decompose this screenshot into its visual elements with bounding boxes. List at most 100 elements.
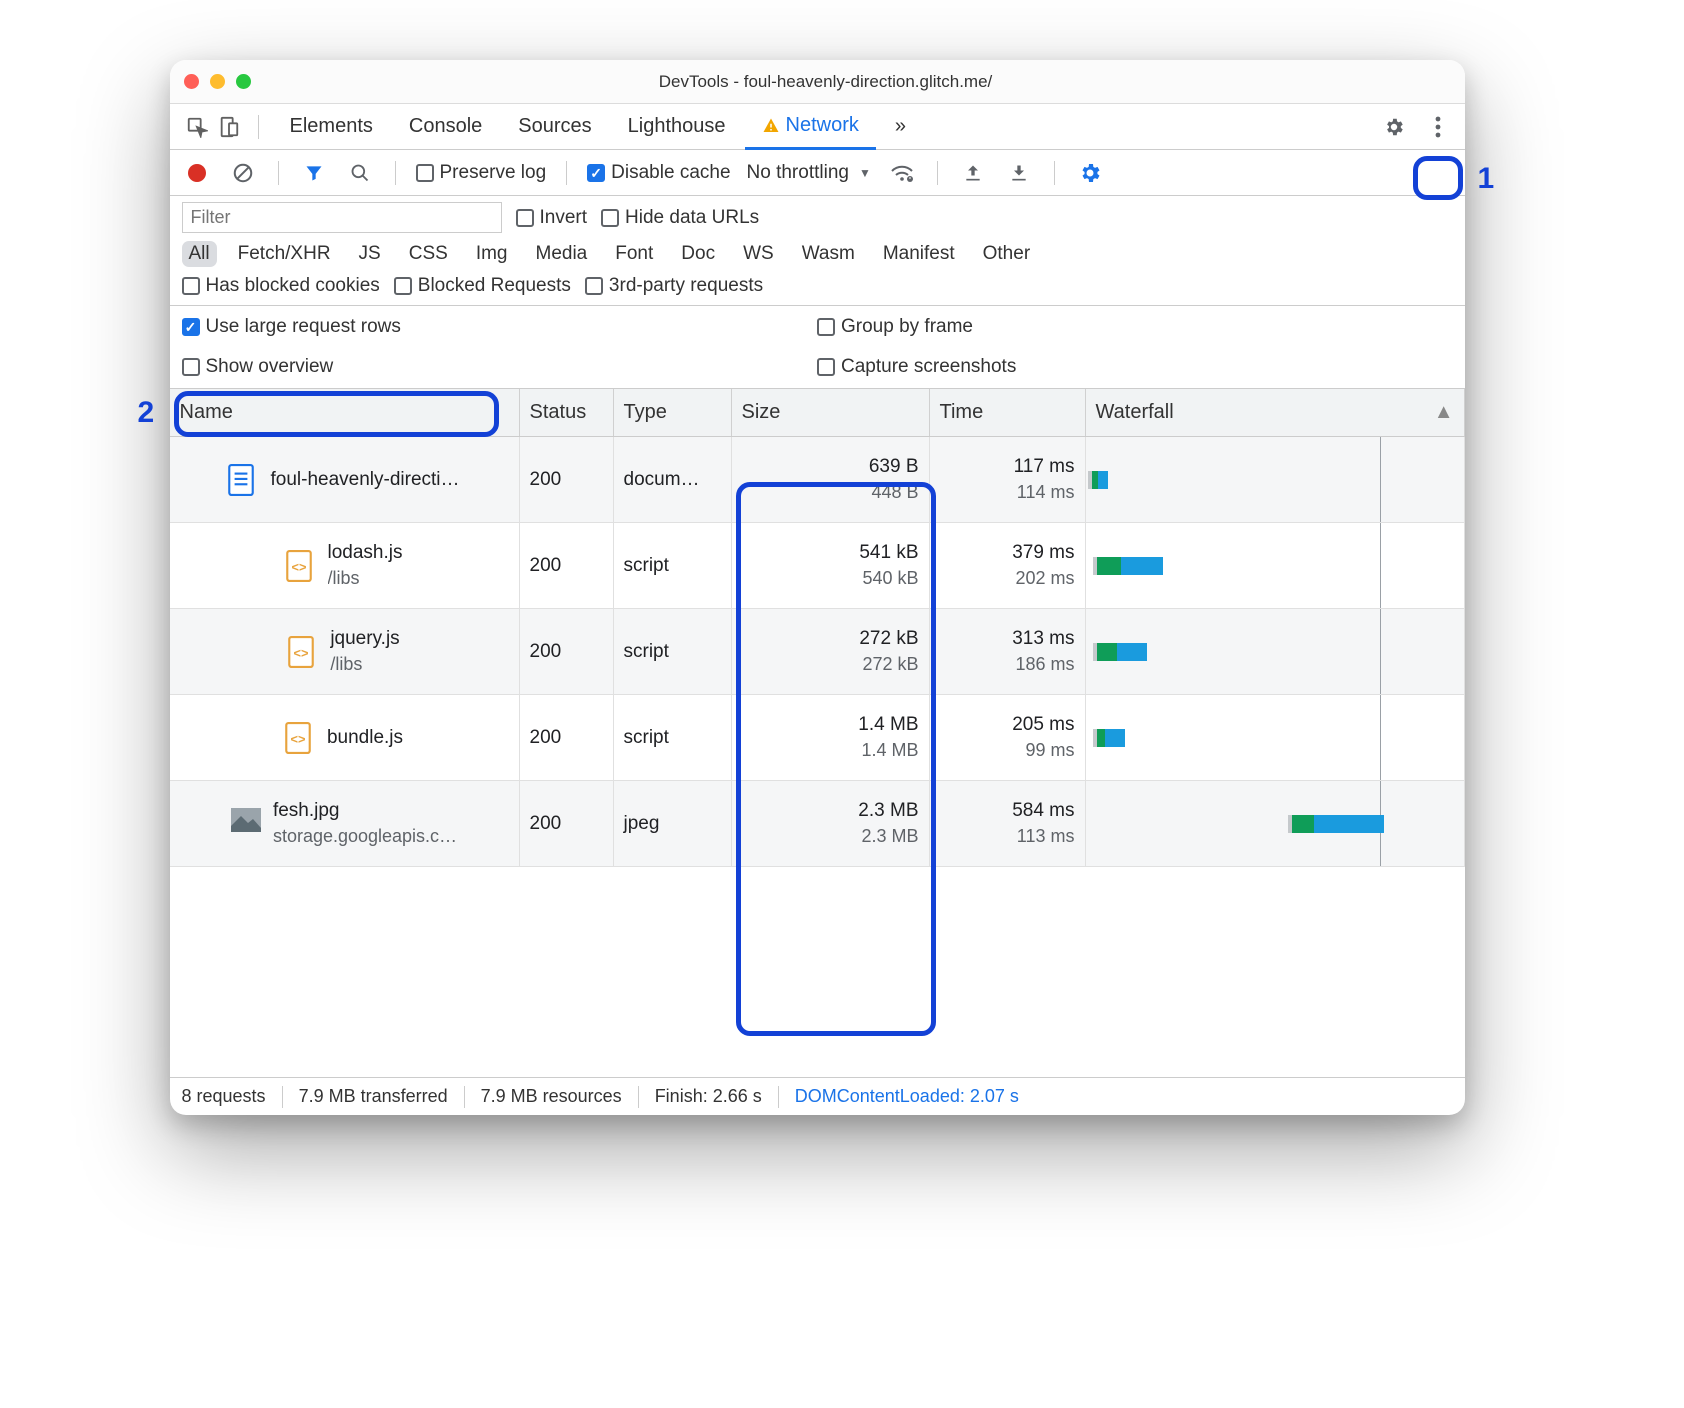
col-name[interactable]: Name bbox=[170, 389, 520, 436]
group-by-frame-checkbox[interactable]: Group by frame bbox=[817, 316, 1453, 338]
type-filter-all[interactable]: All bbox=[182, 241, 217, 267]
cell-time: 205 ms99 ms bbox=[930, 695, 1086, 780]
table-row[interactable]: <>lodash.js/libs200script541 kB540 kB379… bbox=[170, 523, 1465, 609]
type-filter-css[interactable]: CSS bbox=[402, 241, 455, 267]
table-row[interactable]: fesh.jpg storage.googleapis.c… 200jpeg2.3 … bbox=[170, 781, 1465, 867]
col-type[interactable]: Type bbox=[614, 389, 732, 436]
svg-text:<>: <> bbox=[290, 731, 305, 746]
network-settings-gear-icon[interactable] bbox=[1075, 158, 1105, 188]
tab-elements[interactable]: Elements bbox=[273, 104, 390, 149]
third-party-checkbox[interactable]: 3rd-party requests bbox=[585, 275, 763, 297]
invert-checkbox[interactable]: Invert bbox=[516, 207, 588, 229]
inspect-element-icon[interactable] bbox=[182, 112, 212, 142]
more-tabs-button[interactable]: » bbox=[878, 104, 923, 149]
cell-time: 117 ms114 ms bbox=[930, 437, 1086, 522]
type-filter-media[interactable]: Media bbox=[529, 241, 595, 267]
table-row[interactable]: <>jquery.js/libs200script272 kB272 kB313… bbox=[170, 609, 1465, 695]
table-row[interactable]: <> bundle.js 200script1.4 MB1.4 MB205 ms99… bbox=[170, 695, 1465, 781]
cell-status: 200 bbox=[520, 523, 614, 608]
cell-size: 1.4 MB1.4 MB bbox=[732, 695, 930, 780]
network-conditions-icon[interactable] bbox=[887, 158, 917, 188]
cell-status: 200 bbox=[520, 609, 614, 694]
file-type-icon: <> bbox=[286, 550, 314, 582]
summary-transferred: 7.9 MB transferred bbox=[299, 1086, 448, 1107]
request-name: lodash.js bbox=[328, 542, 403, 564]
preserve-log-checkbox[interactable]: Preserve log bbox=[416, 162, 547, 184]
tab-console[interactable]: Console bbox=[392, 104, 499, 149]
network-settings-bar: Use large request rows Group by frame Sh… bbox=[170, 306, 1465, 389]
record-button[interactable] bbox=[182, 158, 212, 188]
close-window-button[interactable] bbox=[184, 74, 199, 89]
col-waterfall[interactable]: Waterfall▲ bbox=[1086, 389, 1465, 436]
capture-screenshots-checkbox[interactable]: Capture screenshots bbox=[817, 356, 1453, 378]
cell-size: 2.3 MB2.3 MB bbox=[732, 781, 930, 866]
cell-status: 200 bbox=[520, 695, 614, 780]
panel-tabbar: Elements Console Sources Lighthouse Netw… bbox=[170, 104, 1465, 150]
cell-waterfall bbox=[1086, 695, 1465, 780]
network-toolbar: Preserve log Disable cache No throttling… bbox=[170, 150, 1465, 196]
cell-type: jpeg bbox=[614, 781, 732, 866]
type-filter-fetch[interactable]: Fetch/XHR bbox=[231, 241, 338, 267]
device-toolbar-icon[interactable] bbox=[214, 112, 244, 142]
type-filter-wasm[interactable]: Wasm bbox=[795, 241, 862, 267]
window-title: DevTools - foul-heavenly-direction.glitc… bbox=[201, 72, 1451, 92]
cell-waterfall bbox=[1086, 437, 1465, 522]
request-table: Name Status Type Size Time Waterfall▲ fo… bbox=[170, 389, 1465, 1077]
type-filter-js[interactable]: JS bbox=[352, 241, 388, 267]
devtools-window: DevTools - foul-heavenly-direction.glitc… bbox=[170, 60, 1465, 1115]
import-har-icon[interactable] bbox=[958, 158, 988, 188]
type-filter-other[interactable]: Other bbox=[976, 241, 1038, 267]
type-filter-manifest[interactable]: Manifest bbox=[876, 241, 962, 267]
request-name: bundle.js bbox=[327, 727, 403, 749]
svg-text:<>: <> bbox=[294, 645, 309, 660]
cell-status: 200 bbox=[520, 781, 614, 866]
cell-time: 379 ms202 ms bbox=[930, 523, 1086, 608]
file-type-icon bbox=[228, 464, 256, 496]
type-filter-img[interactable]: Img bbox=[469, 241, 515, 267]
cell-waterfall bbox=[1086, 781, 1465, 866]
warning-icon bbox=[762, 117, 780, 135]
hide-data-urls-checkbox[interactable]: Hide data URLs bbox=[601, 207, 759, 229]
filter-input[interactable] bbox=[182, 202, 502, 233]
annotation-number-1: 1 bbox=[1478, 162, 1495, 196]
svg-text:<>: <> bbox=[291, 559, 306, 574]
cell-type: docum… bbox=[614, 437, 732, 522]
has-blocked-cookies-checkbox[interactable]: Has blocked cookies bbox=[182, 275, 380, 297]
export-har-icon[interactable] bbox=[1004, 158, 1034, 188]
request-name: jquery.js bbox=[330, 628, 399, 650]
throttling-select[interactable]: No throttling▼ bbox=[747, 162, 871, 184]
clear-icon[interactable] bbox=[228, 158, 258, 188]
tab-network[interactable]: Network bbox=[745, 105, 876, 150]
col-status[interactable]: Status bbox=[520, 389, 614, 436]
summary-finish: Finish: 2.66 s bbox=[655, 1086, 762, 1107]
summary-bar: 8 requests 7.9 MB transferred 7.9 MB res… bbox=[170, 1077, 1465, 1115]
table-row[interactable]: foul-heavenly-directi…200docum…639 B448 … bbox=[170, 437, 1465, 523]
search-icon[interactable] bbox=[345, 158, 375, 188]
tab-lighthouse[interactable]: Lighthouse bbox=[611, 104, 743, 149]
type-filter-ws[interactable]: WS bbox=[736, 241, 781, 267]
col-size[interactable]: Size bbox=[732, 389, 930, 436]
type-filter-doc[interactable]: Doc bbox=[674, 241, 722, 267]
tab-sources[interactable]: Sources bbox=[501, 104, 608, 149]
titlebar: DevTools - foul-heavenly-direction.glitc… bbox=[170, 60, 1465, 104]
request-name: fesh.jpg bbox=[273, 800, 457, 822]
type-filter-row: All Fetch/XHR JS CSS Img Media Font Doc … bbox=[182, 241, 1453, 267]
kebab-menu-icon[interactable] bbox=[1423, 112, 1453, 142]
filter-icon[interactable] bbox=[299, 158, 329, 188]
request-path: /libs bbox=[330, 654, 399, 675]
cell-time: 584 ms113 ms bbox=[930, 781, 1086, 866]
summary-domcontentloaded: DOMContentLoaded: 2.07 s bbox=[795, 1086, 1019, 1107]
filter-bar: Invert Hide data URLs All Fetch/XHR JS C… bbox=[170, 196, 1465, 306]
cell-type: script bbox=[614, 695, 732, 780]
col-time[interactable]: Time bbox=[930, 389, 1086, 436]
file-type-icon: <> bbox=[288, 636, 316, 668]
file-type-icon bbox=[231, 808, 259, 840]
cell-waterfall bbox=[1086, 523, 1465, 608]
gear-icon[interactable] bbox=[1379, 112, 1409, 142]
request-path: storage.googleapis.c… bbox=[273, 826, 457, 847]
type-filter-font[interactable]: Font bbox=[608, 241, 660, 267]
show-overview-checkbox[interactable]: Show overview bbox=[182, 356, 818, 378]
use-large-rows-checkbox[interactable]: Use large request rows bbox=[182, 316, 818, 338]
disable-cache-checkbox[interactable]: Disable cache bbox=[587, 162, 730, 184]
blocked-requests-checkbox[interactable]: Blocked Requests bbox=[394, 275, 571, 297]
